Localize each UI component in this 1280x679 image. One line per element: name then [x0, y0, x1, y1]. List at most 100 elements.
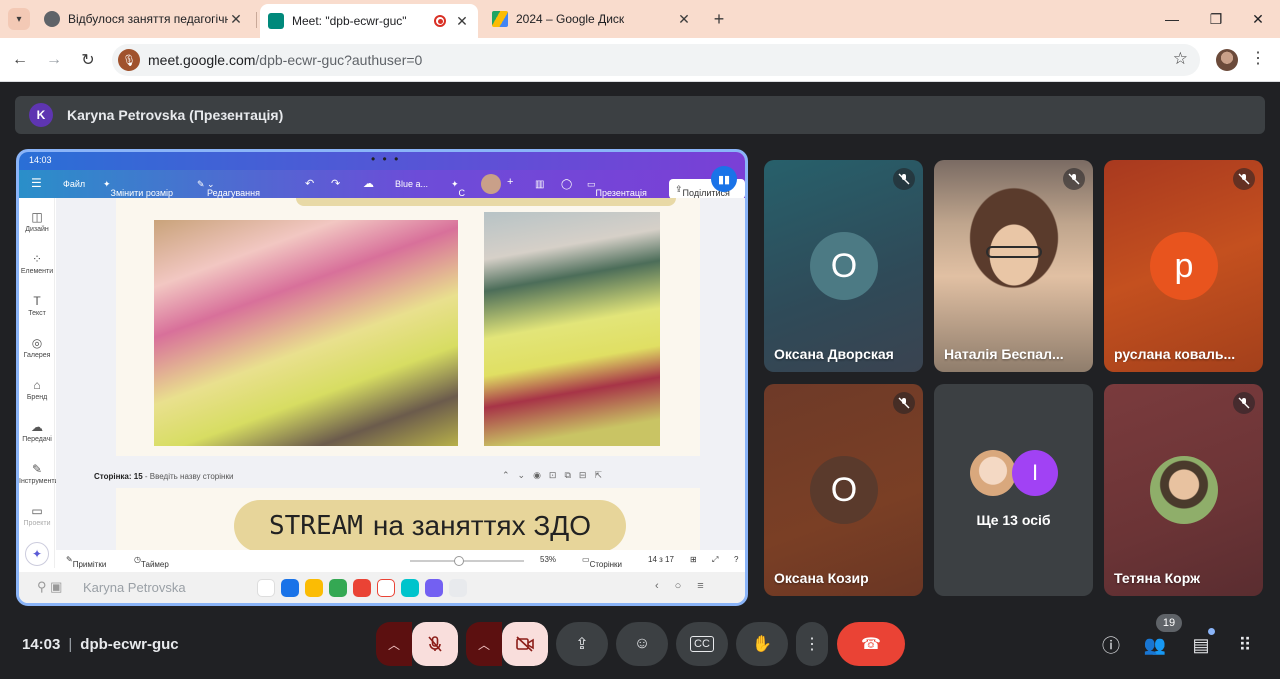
participant-video-detail	[986, 246, 1042, 258]
help-icon[interactable]: ?	[734, 555, 738, 564]
close-window-icon[interactable]: ✕	[1246, 8, 1270, 30]
gmail-app-icon[interactable]	[377, 579, 395, 597]
undo-icon[interactable]: ↶	[305, 177, 314, 190]
minimize-icon[interactable]: —	[1160, 8, 1184, 30]
page-counter[interactable]: 14 з 17	[648, 555, 674, 564]
captions-button[interactable]: CC	[676, 622, 728, 666]
google-app-icon[interactable]	[257, 579, 275, 597]
browser-tab-3[interactable]: 2024 – Google Диск ✕	[484, 4, 700, 34]
collaborator-avatar[interactable]	[481, 174, 501, 194]
viber-app-icon[interactable]	[425, 579, 443, 597]
more-vert-icon[interactable]: ⋮	[1250, 48, 1266, 68]
editing-dropdown[interactable]: ✎ Редагування ⌄	[197, 179, 260, 198]
zoom-level[interactable]: 53%	[540, 555, 556, 564]
audio-settings-chevron-icon[interactable]: ︿	[376, 622, 412, 666]
participant-name: Оксана Дворская	[774, 346, 894, 362]
close-icon[interactable]: ✕	[454, 13, 470, 30]
comment-icon[interactable]: ◯	[561, 179, 572, 190]
people-icon[interactable]: 👥	[1142, 632, 1168, 658]
avatar-stack: І	[970, 450, 1058, 496]
page-title-field[interactable]: Сторінка: 15 - Введіть назву сторінки	[94, 472, 233, 481]
sidebar-item-text[interactable]: T Текст	[19, 294, 55, 317]
sidebar-item-tools[interactable]: ✎ Інструменти	[19, 462, 58, 485]
sidebar-item-gallery[interactable]: ◎ Галерея	[19, 336, 55, 359]
file-menu[interactable]: Файл	[63, 179, 85, 189]
participant-count-badge: 19	[1156, 614, 1182, 632]
participant-tile[interactable]: О Оксана Дворская	[764, 160, 923, 372]
assistant-app-icon[interactable]	[305, 579, 323, 597]
more-participants-tile[interactable]: І Ще 13 осіб	[934, 384, 1093, 596]
google-drive-icon	[492, 11, 508, 27]
messages-app-icon[interactable]	[281, 579, 299, 597]
meeting-details-icon[interactable]: ⓘ	[1098, 632, 1124, 658]
resize-button[interactable]: ✦ Змінити розмір	[103, 179, 173, 198]
tab-search-button[interactable]: ▾	[8, 8, 30, 30]
timer-button[interactable]: ◷ Таймер	[134, 555, 169, 569]
document-name[interactable]: Blue a...	[395, 179, 428, 189]
redo-icon[interactable]: ↷	[331, 177, 340, 190]
cloud-icon: ☁	[363, 178, 374, 190]
emoji-reactions-button[interactable]: ☺	[616, 622, 668, 666]
c-button[interactable]: ✦ C	[451, 179, 465, 198]
notes-button[interactable]: ✎ Примітки	[66, 555, 106, 569]
chat-icon[interactable]: ▤	[1188, 632, 1214, 658]
page-tools[interactable]: ⌃⌄◉⊡⧉⊟⇱	[502, 470, 610, 481]
fullscreen-icon[interactable]: ⤢	[712, 555, 718, 565]
pages-button[interactable]: ▭ Сторінки	[582, 555, 622, 569]
activities-grid-icon[interactable]: ⠿	[1232, 632, 1258, 658]
camera-control: ︿	[466, 622, 548, 666]
android-nav-keys[interactable]: ‹○≡	[655, 580, 720, 592]
camera-toggle-button[interactable]	[502, 622, 548, 666]
video-settings-chevron-icon[interactable]: ︿	[466, 622, 502, 666]
slide-photo-children-table[interactable]	[154, 220, 458, 446]
zoom-slider-handle[interactable]	[454, 556, 464, 566]
close-icon[interactable]: ✕	[676, 11, 692, 28]
participant-tile[interactable]: р руслана коваль...	[1104, 160, 1263, 372]
sidebar-item-design[interactable]: ◫ Дизайн	[19, 210, 55, 233]
close-icon[interactable]: ✕	[228, 11, 244, 28]
sidebar-item-projects[interactable]: ▭ Проекти	[19, 504, 55, 527]
pages-label: Сторінки	[589, 560, 622, 569]
sidebar-label: Текст	[28, 310, 46, 317]
more-options-button[interactable]: ⋮	[796, 622, 828, 666]
slide-title-latin: STREAM	[268, 511, 363, 541]
address-bar[interactable]: 🎙 meet.google.com/dpb-ecwr-guc?authuser=…	[112, 44, 1200, 76]
canva-app-icon[interactable]	[401, 579, 419, 597]
mic-toggle-button[interactable]	[412, 622, 458, 666]
sidebar-item-brand[interactable]: ⌂ Бренд	[19, 378, 55, 401]
slide-canvas[interactable]: Сторінка: 15 - Введіть назву сторінки ⌃⌄…	[56, 198, 745, 568]
leave-call-button[interactable]: ☎	[837, 622, 905, 666]
present-button[interactable]: ▭ Презентація	[587, 179, 647, 198]
microphone-control: ︿	[376, 622, 458, 666]
sidebar-item-elements[interactable]: ⁘ Елементи	[19, 252, 55, 275]
forward-arrow-icon[interactable]: →	[42, 48, 66, 72]
c-label: C	[458, 188, 466, 198]
participant-tile-video[interactable]: Наталія Беспал...	[934, 160, 1093, 372]
profile-avatar[interactable]	[1216, 49, 1238, 71]
browser-tab-2[interactable]: Meet: "dpb-ecwr-guc" ✕	[260, 4, 478, 38]
browser-tab-1[interactable]: Відбулося заняття педагогічно ✕	[36, 4, 252, 34]
reload-icon[interactable]: ↻	[76, 48, 100, 72]
participant-tile[interactable]: Тетяна Корж	[1104, 384, 1263, 596]
bookmark-star-icon[interactable]: ☆	[1173, 49, 1188, 69]
raise-hand-button[interactable]: ✋	[736, 622, 788, 666]
play-store-icon[interactable]	[329, 579, 347, 597]
zoom-slider[interactable]	[410, 560, 524, 562]
participant-tile[interactable]: О Оксана Козир	[764, 384, 923, 596]
microphone-icon[interactable]: 🎙	[118, 49, 140, 71]
restore-icon[interactable]: ❐	[1204, 8, 1228, 30]
photos-app-icon[interactable]	[353, 579, 371, 597]
menu-icon[interactable]: ☰	[31, 176, 42, 190]
sidebar-item-uploads[interactable]: ☁ Передачі	[19, 420, 55, 443]
add-icon[interactable]: +	[507, 176, 513, 188]
chart-icon[interactable]: ▥	[535, 179, 544, 190]
new-tab-button[interactable]: +	[708, 8, 730, 30]
slide-14[interactable]	[116, 198, 700, 456]
magic-sparkle-icon[interactable]: ✦	[25, 542, 49, 566]
apps-grid-icon[interactable]	[449, 579, 467, 597]
slide-photo-children-hands[interactable]	[484, 212, 660, 446]
grid-view-icon[interactable]: ⊞	[690, 555, 697, 564]
present-now-button[interactable]: ⇪	[556, 622, 608, 666]
shared-screen[interactable]: 14:03 • • • ☰ Файл ✦ Змінити розмір ✎ Ре…	[16, 149, 748, 606]
back-arrow-icon[interactable]: ←	[8, 48, 32, 72]
